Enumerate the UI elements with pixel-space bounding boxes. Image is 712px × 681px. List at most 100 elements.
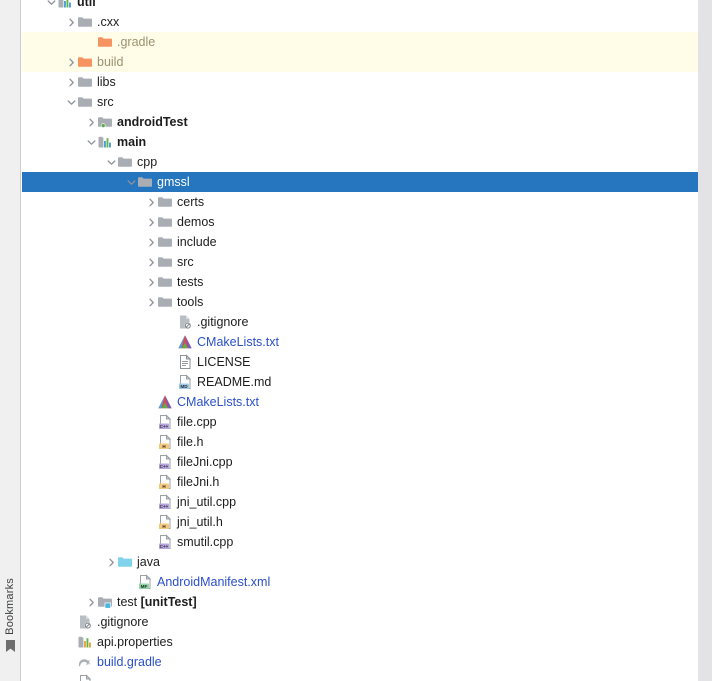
chevron-right-icon[interactable] <box>146 252 157 272</box>
tree-row-label: libs <box>97 75 116 89</box>
chevron-right-icon[interactable] <box>146 192 157 212</box>
folder-gray-icon <box>157 194 173 210</box>
tree-row-label: fileJni.h <box>177 475 220 489</box>
tree-row[interactable]: LICENSE <box>22 352 698 372</box>
folder-gray-icon <box>77 74 93 90</box>
tree-row-label: file.cpp <box>177 415 217 429</box>
tree-row[interactable]: build <box>22 52 698 72</box>
markdown-file-icon: MD <box>177 374 193 390</box>
tree-row-label: include <box>177 235 217 249</box>
tree-row[interactable]: libs <box>22 72 698 92</box>
tree-row-label: tests <box>177 275 204 289</box>
chevron-right-icon[interactable] <box>146 212 157 232</box>
tree-row[interactable]: util <box>22 0 698 12</box>
source-root-icon <box>97 134 113 150</box>
chevron-down-icon[interactable] <box>86 132 97 152</box>
tree-row[interactable]: Hfile.h <box>22 432 698 452</box>
tree-row[interactable]: certs <box>22 192 698 212</box>
tree-row[interactable]: MF AndroidManifest.xml <box>22 572 698 592</box>
tree-row[interactable]: .gitignore <box>22 612 698 632</box>
tree-row[interactable]: api.properties <box>22 632 698 652</box>
tree-row[interactable] <box>22 672 698 681</box>
tree-row[interactable]: cpp <box>22 152 698 172</box>
tree-row[interactable]: tools <box>22 292 698 312</box>
tree-row[interactable]: demos <box>22 212 698 232</box>
tree-row[interactable]: src <box>22 252 698 272</box>
folder-orange-icon <box>97 34 113 50</box>
cpp-file-icon: C++ <box>157 534 173 550</box>
tree-row[interactable]: .gitignore <box>22 312 698 332</box>
tool-window-stripe: Bookmarks <box>0 0 21 681</box>
chevron-down-icon[interactable] <box>126 172 137 192</box>
cpp-file-icon: C++ <box>157 494 173 510</box>
chevron-right-icon[interactable] <box>66 12 77 32</box>
tree-row[interactable]: gmssl <box>22 172 698 192</box>
chevron-right-icon[interactable] <box>146 292 157 312</box>
tree-row[interactable]: HfileJni.h <box>22 472 698 492</box>
folder-gray-icon <box>157 254 173 270</box>
tree-row-label: smutil.cpp <box>177 535 234 549</box>
tree-row[interactable]: main <box>22 132 698 152</box>
tree-row[interactable]: androidTest <box>22 112 698 132</box>
tree-row[interactable]: C++ jni_util.cpp <box>22 492 698 512</box>
stripe-tab-bookmarks[interactable]: Bookmarks <box>0 578 21 656</box>
tree-row[interactable]: .gradle <box>22 32 698 52</box>
chevron-right-icon[interactable] <box>66 72 77 92</box>
tree-row-label: demos <box>177 215 215 229</box>
tree-row-label: LICENSE <box>197 355 251 369</box>
tree-row[interactable]: C++ file.cpp <box>22 412 698 432</box>
tree-row-label: .cxx <box>97 15 120 29</box>
vertical-scrollbar[interactable] <box>698 0 712 681</box>
chevron-right-icon[interactable] <box>86 112 97 132</box>
properties-file-icon <box>77 634 93 650</box>
tree-row-label: CMakeLists.txt <box>197 335 279 349</box>
tree-row-label: CMakeLists.txt <box>177 395 259 409</box>
svg-text:C++: C++ <box>160 544 169 549</box>
tree-row-label: jni_util.cpp <box>177 495 237 509</box>
chevron-right-icon[interactable] <box>146 232 157 252</box>
svg-text:C++: C++ <box>160 464 169 469</box>
chevron-down-icon[interactable] <box>46 0 57 12</box>
tree-row-label: jni_util.h <box>177 515 223 529</box>
tree-row[interactable]: C++ smutil.cpp <box>22 532 698 552</box>
svg-text:MF: MF <box>141 584 148 589</box>
tree-row[interactable]: C++ fileJni.cpp <box>22 452 698 472</box>
tree-row[interactable]: Hjni_util.h <box>22 512 698 532</box>
tree-row-label: util <box>77 0 96 9</box>
chevron-down-icon[interactable] <box>106 152 117 172</box>
tree-row[interactable]: src <box>22 92 698 112</box>
folder-gray-icon <box>157 274 173 290</box>
tree-row[interactable]: CMakeLists.txt <box>22 332 698 352</box>
tree-row-label: androidTest <box>117 115 188 129</box>
tree-row-label-plain: test <box>117 595 141 609</box>
chevron-right-icon[interactable] <box>86 592 97 612</box>
tree-row[interactable]: CMakeLists.txt <box>22 392 698 412</box>
tree-row-label: main <box>117 135 147 149</box>
tree-row[interactable]: include <box>22 232 698 252</box>
chevron-right-icon[interactable] <box>106 552 117 572</box>
tree-row-label: src <box>97 95 114 109</box>
tree-row[interactable]: tests <box>22 272 698 292</box>
tree-row[interactable]: java <box>22 552 698 572</box>
stripe-tab-label: Bookmarks <box>4 578 16 635</box>
chevron-down-icon[interactable] <box>66 92 77 112</box>
chevron-right-icon[interactable] <box>146 272 157 292</box>
tree-row[interactable]: test [unitTest] <box>22 592 698 612</box>
gitignore-file-icon <box>77 614 93 630</box>
project-tree[interactable]: util .cxx .gradle build libs src androidTest ma… <box>22 0 698 681</box>
tree-row-label-scope: [unitTest] <box>140 595 197 609</box>
chevron-right-icon[interactable] <box>66 52 77 72</box>
tree-row[interactable]: MD README.md <box>22 372 698 392</box>
tree-row[interactable]: build.gradle <box>22 652 698 672</box>
tree-row[interactable]: .cxx <box>22 12 698 32</box>
